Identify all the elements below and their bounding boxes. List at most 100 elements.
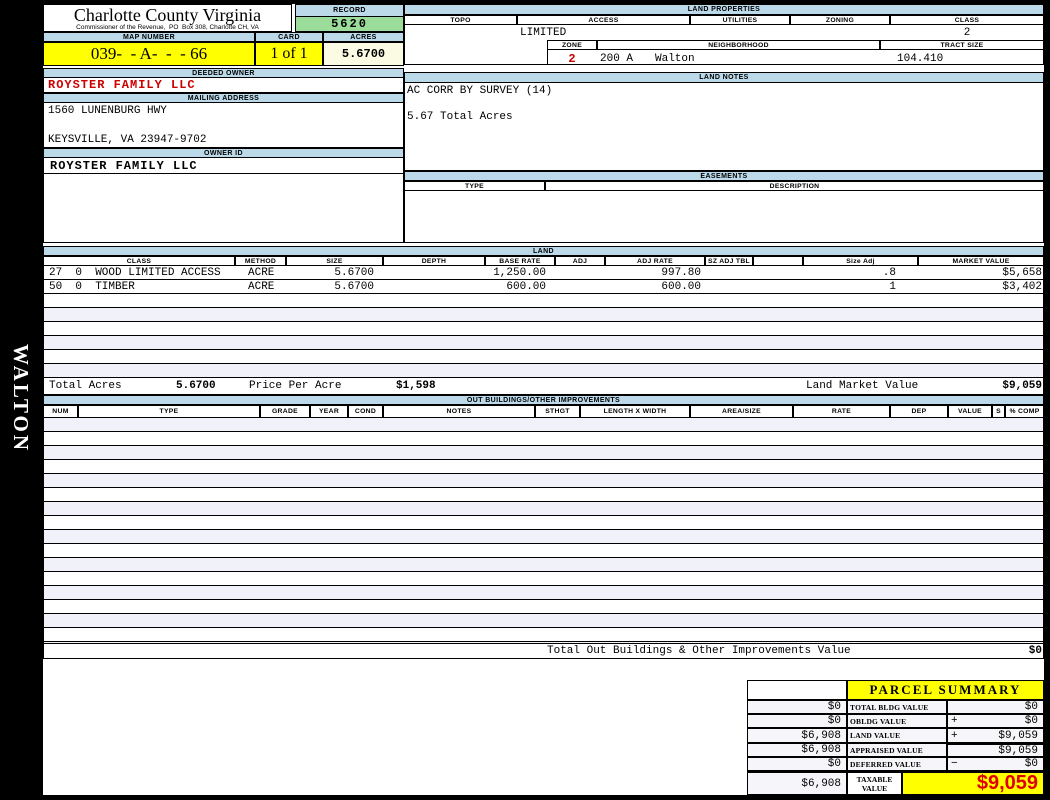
mailing-address-box: 1560 LUNENBURG HWY KEYSVILLE, VA 23947-9…	[43, 103, 404, 148]
zoning-header: ZONING	[790, 15, 890, 25]
parcel-summary-title: PARCEL SUMMARY	[870, 682, 1022, 698]
class-header: CLASS	[890, 15, 1044, 25]
ps-label: OBLDG VALUE	[847, 714, 947, 728]
utilities-header: UTILITIES	[690, 15, 790, 25]
address-line-2: KEYSVILLE, VA 23947-9702	[44, 134, 403, 147]
land-row-adj-rate: 600.00	[601, 281, 701, 293]
card-value: 1 of 1	[270, 45, 307, 63]
land-row-adj-rate: 997.80	[601, 267, 701, 279]
ps-op: +	[951, 715, 958, 727]
land-col-method: METHOD	[235, 256, 286, 266]
owner-empty-box	[43, 174, 404, 243]
ob-col-notes: NOTES	[383, 405, 535, 418]
ob-col-dep: DEP	[890, 405, 948, 418]
tract-size-value: 104.410	[897, 53, 943, 65]
ps-op: +	[951, 730, 958, 742]
card-cell: 1 of 1	[255, 42, 323, 66]
ps-op: −	[951, 758, 958, 770]
land-row-class: 50 0 TIMBER	[49, 281, 135, 293]
ps-left-value: $6,908	[747, 771, 847, 795]
ps-right-value: $0	[947, 757, 1044, 771]
ps-label: APPRAISED VALUE	[847, 743, 947, 757]
land-row-size: 5.6700	[287, 281, 374, 293]
land-row-class: 27 0 WOOD LIMITED ACCESS	[49, 267, 221, 279]
ob-col-value: VALUE	[948, 405, 992, 418]
record-value-cell: 5620	[295, 16, 404, 32]
ps-left-value: $0	[747, 700, 847, 714]
land-row-base-rate: 1,250.00	[446, 267, 546, 279]
land-row-size: 5.6700	[287, 267, 374, 279]
land-col-size: SIZE	[286, 256, 383, 266]
land-col-sz-adj-tbl: SZ ADJ TBL	[705, 256, 753, 266]
zone-value: 2	[547, 52, 597, 66]
ps-left-value: $6,908	[747, 728, 847, 743]
zone-header: ZONE	[547, 40, 597, 50]
ob-col-num: NUM	[43, 405, 78, 418]
land-note-2: 5.67 Total Acres	[405, 97, 1043, 123]
land-col-depth: DEPTH	[383, 256, 485, 266]
total-acres-value: 5.6700	[176, 380, 216, 392]
ps-taxable-label-cell: TAXABLE VALUE	[847, 771, 902, 795]
land-col-class: CLASS	[43, 256, 235, 266]
land-properties-header: LAND PROPERTIES	[404, 4, 1044, 15]
land-row: 50 0 TIMBER ACRE 5.6700 600.00 600.00 1 …	[43, 280, 1044, 294]
ps-right-value: $0	[947, 714, 1044, 728]
ob-col-sthgt: STHGT	[535, 405, 580, 418]
ob-col-length-width: LENGTH X WIDTH	[580, 405, 690, 418]
ob-col-s: S	[992, 405, 1005, 418]
land-market-value-label: Land Market Value	[806, 380, 918, 392]
owner-id-row: ROYSTER FAMILY LLC	[43, 158, 404, 174]
ps-taxable-value-cell: $9,059	[902, 771, 1044, 795]
ob-col-year: YEAR	[310, 405, 348, 418]
easement-description-header: DESCRIPTION	[545, 181, 1044, 191]
land-col-size-adj: Size Adj	[803, 256, 918, 266]
record-value: 5620	[331, 17, 368, 31]
ob-col-type: TYPE	[78, 405, 260, 418]
neighborhood-header: NEIGHBORHOOD	[597, 40, 880, 50]
land-col-blank	[753, 256, 803, 266]
land-row-market-value: $5,658	[922, 267, 1042, 279]
land-row-base-rate: 600.00	[446, 281, 546, 293]
ps-top-left-cell	[747, 680, 847, 700]
neighborhood-code: 200 A	[600, 53, 633, 65]
deeded-owner-row: ROYSTER FAMILY LLC	[43, 78, 404, 93]
ob-col-grade: GRADE	[260, 405, 310, 418]
topo-header: TOPO	[404, 15, 517, 25]
land-row-method: ACRE	[248, 281, 274, 293]
land-totals-row: Total Acres 5.6700 Price Per Acre $1,598…	[43, 378, 1044, 395]
land-note-1: AC CORR BY SURVEY (14)	[405, 83, 1043, 97]
outbuildings-header: OUT BUILDINGS/OTHER IMPROVEMENTS	[43, 395, 1044, 405]
district-label: WALTON	[8, 344, 33, 474]
land-section-header: LAND	[43, 246, 1044, 256]
ps-right-value: $9,059	[947, 743, 1044, 757]
acres-label: ACRES	[323, 32, 404, 42]
mailing-address-header: MAILING ADDRESS	[43, 93, 404, 103]
land-col-base-rate: BASE RATE	[485, 256, 555, 266]
card-label: CARD	[255, 32, 323, 42]
ps-taxable-value: $9,059	[977, 772, 1043, 795]
total-acres-label: Total Acres	[49, 380, 122, 392]
land-col-adj-rate: ADJ RATE	[605, 256, 705, 266]
land-row: 27 0 WOOD LIMITED ACCESS ACRE 5.6700 1,2…	[43, 266, 1044, 280]
county-title: Charlotte County Virginia	[44, 6, 291, 24]
county-subtitle: Commissioner of the Revenue, PO Box 308,…	[44, 24, 291, 31]
county-header-box: Charlotte County Virginia Commissioner o…	[43, 4, 292, 32]
map-number-label: MAP NUMBER	[43, 32, 255, 42]
deeded-owner-header: DEEDED OWNER	[43, 68, 404, 78]
outbuildings-total-label: Total Out Buildings & Other Improvements…	[547, 645, 851, 657]
land-row-size-adj: 1	[796, 281, 896, 293]
ob-col-cond: COND	[348, 405, 383, 418]
ps-label: TOTAL BLDG VALUE	[847, 700, 947, 714]
acres-cell: 5.6700	[323, 42, 404, 66]
access-header: ACCESS	[517, 15, 690, 25]
deeded-owner-value: ROYSTER FAMILY LLC	[44, 78, 196, 92]
land-market-value-total: $9,059	[922, 380, 1042, 392]
price-per-acre-label: Price Per Acre	[249, 380, 341, 392]
tract-size-header: TRACT SIZE	[880, 40, 1044, 50]
ob-col-pct-comp: % COMP	[1005, 405, 1044, 418]
easements-box	[404, 191, 1044, 243]
ps-left-value: $0	[747, 757, 847, 771]
map-number-value: 039- - A- - - 66	[91, 44, 207, 64]
ob-col-rate: RATE	[793, 405, 890, 418]
outbuildings-total-row: Total Out Buildings & Other Improvements…	[43, 644, 1044, 659]
